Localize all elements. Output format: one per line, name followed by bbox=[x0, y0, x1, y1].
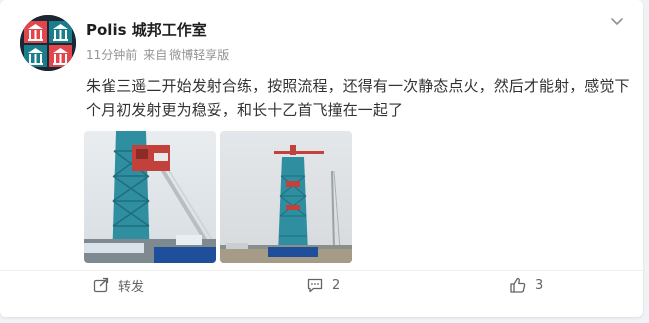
polis-logo-icon bbox=[20, 15, 76, 71]
comment-button[interactable]: 2 bbox=[306, 276, 340, 294]
post-image-2[interactable] bbox=[220, 131, 352, 263]
like-count: 3 bbox=[535, 277, 544, 293]
post-meta: 11分钟前 来自 微博轻享版 bbox=[86, 47, 235, 63]
share-icon bbox=[93, 277, 109, 293]
post-image-1[interactable] bbox=[84, 131, 216, 263]
like-button[interactable]: 3 bbox=[509, 276, 543, 294]
repost-label: 转发 bbox=[118, 279, 145, 295]
post-text: 朱雀三遥二开始发射合练，按照流程，还得有一次静态点火，然后才能射，感觉下个月初发… bbox=[86, 77, 630, 119]
comment-count: 2 bbox=[332, 277, 341, 293]
post-time[interactable]: 11分钟前 bbox=[86, 48, 137, 62]
username[interactable]: Polis 城邦工作室 bbox=[86, 21, 207, 39]
weibo-post-card: Polis 城邦工作室 11分钟前 来自 微博轻享版 朱雀三遥二开始发射合练，按照流… bbox=[0, 0, 643, 317]
source-prefix: 来自 bbox=[143, 48, 168, 62]
repost-button[interactable]: 转发 bbox=[92, 276, 145, 295]
launch-pad-image bbox=[220, 131, 352, 263]
rocket-tower-image bbox=[84, 131, 216, 263]
avatar[interactable] bbox=[20, 15, 76, 71]
chevron-down-icon[interactable] bbox=[608, 12, 626, 30]
post-source[interactable]: 微博轻享版 bbox=[169, 48, 229, 62]
comment-icon bbox=[307, 278, 323, 293]
divider bbox=[0, 270, 643, 271]
thumbs-up-icon bbox=[510, 277, 526, 293]
